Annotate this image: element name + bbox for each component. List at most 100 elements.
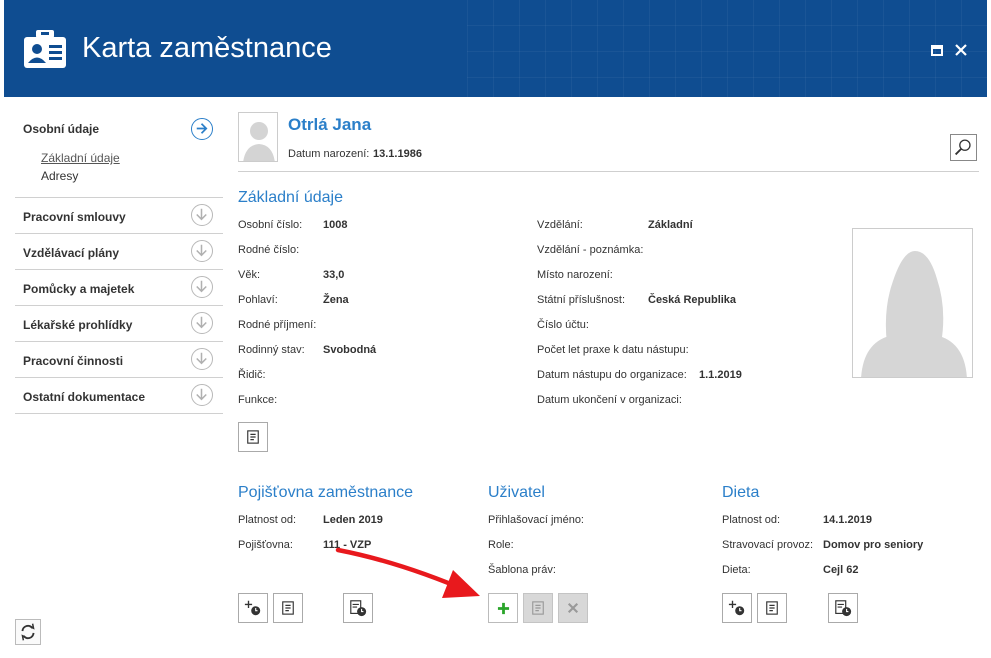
field-label: Věk: xyxy=(238,269,261,281)
field-label: Místo narození: xyxy=(537,269,613,281)
field-label: Šablona práv: xyxy=(488,564,556,576)
field-value: 33,0 xyxy=(323,269,345,281)
field-label: Datum nástupu do organizace: xyxy=(537,369,687,381)
sidebar-section-contracts[interactable]: Pracovní smlouvy xyxy=(15,198,223,234)
edit-document-icon xyxy=(766,601,778,615)
sidebar-section-other-docs[interactable]: Ostatní dokumentace xyxy=(15,378,223,414)
field-label: Rodné příjmení: xyxy=(238,319,317,331)
edit-insurance-button[interactable] xyxy=(273,593,303,623)
add-history-icon xyxy=(728,600,745,616)
field-value: Základní xyxy=(648,219,693,231)
arrow-down-icon[interactable] xyxy=(191,276,213,298)
user-title: Uživatel xyxy=(488,484,545,501)
field-value: Domov pro seniory xyxy=(823,539,924,551)
add-user-button[interactable] xyxy=(488,593,518,623)
field-label: Stravovací provoz: xyxy=(722,539,814,551)
arrow-down-icon[interactable] xyxy=(191,312,213,334)
sidebar-section-tools-assets[interactable]: Pomůcky a majetek xyxy=(15,270,223,306)
field-value: Cejl 62 xyxy=(823,564,859,576)
edit-basic-button[interactable] xyxy=(238,422,268,452)
field-label: Rodné číslo: xyxy=(238,244,300,256)
field-label: Vzdělání - poznámka: xyxy=(537,244,644,256)
divider xyxy=(238,171,979,172)
insurance-title: Pojišťovna zaměstnance xyxy=(238,484,413,501)
sidebar-section-title: Osobní údaje xyxy=(23,122,100,136)
dob-label: Datum narození: xyxy=(288,148,370,160)
field-label: Funkce: xyxy=(238,394,278,406)
field-value: Žena xyxy=(323,294,349,306)
dob-value: 13.1.1986 xyxy=(373,148,422,160)
sidebar-section-personal[interactable]: Osobní údaje Základní údaje Adresy xyxy=(15,108,223,198)
field-label: Počet let praxe k datu nástupu: xyxy=(537,344,689,356)
field-label: Platnost od: xyxy=(238,514,297,526)
basic-info-title: Základní údaje xyxy=(238,189,343,206)
field-value: 1.1.2019 xyxy=(699,369,742,381)
delete-user-button[interactable] xyxy=(558,593,588,623)
field-value: 14.1.2019 xyxy=(823,514,872,526)
add-history-icon xyxy=(244,600,261,616)
sidebar-section-work-activities[interactable]: Pracovní činnosti xyxy=(15,342,223,378)
add-diet-history-button[interactable] xyxy=(722,593,752,623)
arrow-down-icon[interactable] xyxy=(191,384,213,406)
refresh-icon xyxy=(21,623,35,641)
arrow-down-icon[interactable] xyxy=(191,240,213,262)
edit-document-icon xyxy=(247,430,259,444)
edit-document-icon xyxy=(282,601,294,615)
field-label: Přihlašovací jméno: xyxy=(488,514,584,526)
sidebar-section-title: Ostatní dokumentace xyxy=(23,390,146,404)
sidebar-item-addresses[interactable]: Adresy xyxy=(41,169,78,183)
history-insurance-button[interactable] xyxy=(343,593,373,623)
document-history-icon xyxy=(835,600,852,617)
field-value: Leden 2019 xyxy=(323,514,383,526)
sidebar-section-title: Vzdělávací plány xyxy=(23,246,120,260)
refresh-button[interactable] xyxy=(15,619,41,645)
sidebar-item-basic-info[interactable]: Základní údaje xyxy=(41,151,120,165)
field-value: Svobodná xyxy=(323,344,377,356)
edit-document-icon xyxy=(532,601,544,615)
person-silhouette-icon xyxy=(861,251,967,377)
edit-diet-button[interactable] xyxy=(757,593,787,623)
diet-title: Dieta xyxy=(722,484,760,501)
sidebar-section-title: Pracovní smlouvy xyxy=(23,210,126,224)
field-label: Dieta: xyxy=(722,564,751,576)
field-label: Rodinný stav: xyxy=(238,344,305,356)
window-header: Karta zaměstnance xyxy=(4,0,987,97)
person-silhouette-icon xyxy=(243,122,275,161)
field-value: Česká Republika xyxy=(648,294,737,306)
field-label: Osobní číslo: xyxy=(238,219,303,231)
sidebar: Osobní údaje Základní údaje Adresy Praco… xyxy=(15,108,223,414)
field-label: Vzdělání: xyxy=(537,219,583,231)
plus-icon xyxy=(497,602,509,614)
field-value: 1008 xyxy=(323,219,348,231)
history-diet-button[interactable] xyxy=(828,593,858,623)
field-value: 111 - VZP xyxy=(323,539,372,551)
arrow-down-icon[interactable] xyxy=(191,204,213,226)
field-label: Řidič: xyxy=(238,369,266,381)
search-icon xyxy=(954,139,971,156)
sidebar-section-title: Pomůcky a majetek xyxy=(23,282,135,296)
sidebar-section-education-plans[interactable]: Vzdělávací plány xyxy=(15,234,223,270)
search-button[interactable] xyxy=(950,134,977,161)
add-history-button[interactable] xyxy=(238,593,268,623)
field-label: Číslo účtu: xyxy=(537,319,589,331)
document-history-icon xyxy=(350,600,367,617)
arrow-down-icon[interactable] xyxy=(191,348,213,370)
field-label: Platnost od: xyxy=(722,514,781,526)
employee-photo xyxy=(852,228,973,378)
maximize-icon[interactable] xyxy=(930,43,944,57)
field-label: Role: xyxy=(488,539,514,551)
sidebar-section-medical-checks[interactable]: Lékařské prohlídky xyxy=(15,306,223,342)
close-icon[interactable] xyxy=(954,43,968,57)
edit-user-button[interactable] xyxy=(523,593,553,623)
field-label: Pohlaví: xyxy=(238,294,278,306)
sidebar-section-title: Lékařské prohlídky xyxy=(23,318,133,332)
field-label: Datum ukončení v organizaci: xyxy=(537,394,682,406)
sidebar-section-title: Pracovní činnosti xyxy=(23,354,124,368)
delete-icon xyxy=(567,602,579,614)
field-label: Pojišťovna: xyxy=(238,539,293,551)
arrow-right-icon[interactable] xyxy=(191,118,213,140)
id-card-icon xyxy=(24,30,66,68)
field-label: Státní příslušnost: xyxy=(537,294,626,306)
avatar xyxy=(238,112,278,162)
window-title: Karta zaměstnance xyxy=(82,32,332,64)
